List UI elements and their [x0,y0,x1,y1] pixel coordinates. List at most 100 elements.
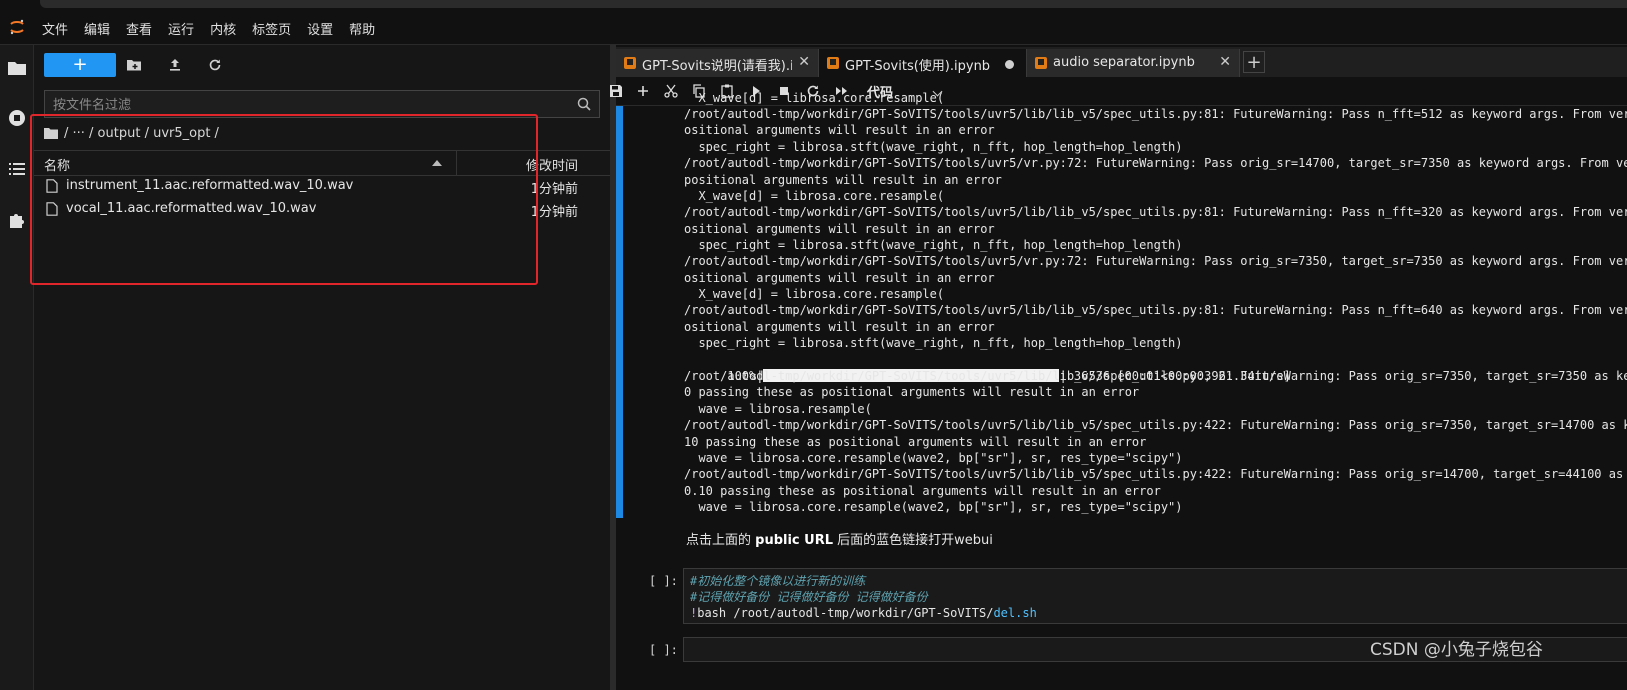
column-modified[interactable]: 修改时间 [526,155,578,174]
new-tab-button[interactable]: + [1243,51,1265,73]
breadcrumb-path[interactable]: / ··· / output / uvr5_opt / [64,126,219,141]
file-name: instrument_11.aac.reformatted.wav_10.wav [66,178,354,193]
home-folder-icon[interactable] [44,127,58,139]
menu-file[interactable]: 文件 [42,19,68,38]
output-line: /root/autodl-tmp/workdir/GPT-SoVITS/tool… [684,369,1627,383]
tab-label: GPT-Sovits说明(请看我).ipynb [642,59,792,74]
markdown-bold: public URL [755,533,834,548]
notebook-area: GPT-Sovits说明(请看我).ipynb ✕ GPT-Sovits(使用)… [610,45,1627,690]
notebook-icon [624,57,636,69]
code-comment: #初始化整个镜像以进行新的训练 [690,574,866,588]
tab-bar: GPT-Sovits说明(请看我).ipynb ✕ GPT-Sovits(使用)… [616,47,1627,78]
menu-edit[interactable]: 编辑 [84,19,110,38]
menu-run[interactable]: 运行 [168,19,194,38]
output-line: wave = librosa.resample( [684,402,872,416]
file-modified: 1分钟前 [530,205,578,220]
code-comment: #记得做好备份 记得做好备份 记得做好备份 [690,590,928,604]
cell-prompt: [ ]: [649,643,678,657]
output-line: /root/autodl-tmp/workdir/GPT-SoVITS/tool… [684,156,1627,170]
file-icon [46,179,58,193]
column-name[interactable]: 名称 [44,155,70,174]
output-line: spec_right = librosa.stft(wave_right, n_… [684,238,1183,252]
output-line: /root/autodl-tmp/workdir/GPT-SoVITS/tool… [684,467,1624,481]
new-folder-icon[interactable] [126,57,142,73]
insert-cell-icon[interactable] [635,83,651,99]
file-modified: 1分钟前 [530,182,578,197]
output-line: /root/autodl-tmp/workdir/GPT-SoVITS/tool… [684,205,1627,219]
output-line: X_wave[d] = librosa.core.resample( [684,287,945,301]
window-top-strip [0,0,1627,12]
folder-icon[interactable] [6,57,28,79]
output-line: ositional arguments will result in an er… [684,123,995,137]
close-icon[interactable]: ✕ [1219,54,1231,70]
tab-label: audio separator.ipynb [1053,55,1195,70]
sort-ascending-icon[interactable] [432,160,442,166]
unsaved-dot-icon[interactable] [1005,60,1014,69]
file-browser-panel: + / ··· / output / uvr5_opt / 名称 修改时间 in… [30,45,610,690]
output-line: spec_right = librosa.stft(wave_right, n_… [684,336,1183,350]
progress-line: 100%| | 36/36 [00:01<00:00, 21.34it/s] [684,352,1291,383]
save-icon[interactable] [608,83,624,99]
cut-icon[interactable] [663,83,679,99]
close-icon[interactable]: ✕ [798,54,810,70]
table-of-contents-icon[interactable] [6,158,28,180]
browser-url-bar [40,0,1627,8]
search-icon[interactable] [577,97,591,111]
output-line: ositional arguments will result in an er… [684,222,995,236]
menu-tabs[interactable]: 标签页 [252,19,291,38]
output-line: /root/autodl-tmp/workdir/GPT-SoVITS/tool… [684,303,1627,317]
output-line: /root/autodl-tmp/workdir/GPT-SoVITS/tool… [684,418,1627,432]
cell-output: X_wave[d] = librosa.core.resample( /root… [684,90,1627,520]
activity-bar [0,45,34,690]
output-line: ositional arguments will result in an er… [684,320,995,334]
output-line: X_wave[d] = librosa.core.resample( [684,91,945,105]
tab-gpt-sovits-readme[interactable]: GPT-Sovits说明(请看我).ipynb ✕ [616,49,819,77]
tab-label: GPT-Sovits(使用).ipynb [845,59,991,74]
file-row[interactable]: instrument_11.aac.reformatted.wav_10.wav… [34,175,610,198]
upload-icon[interactable] [167,57,183,73]
output-line: 0.10 passing these as positional argumen… [684,484,1161,498]
output-line: X_wave[d] = librosa.core.resample( [684,189,945,203]
output-line: spec_right = librosa.stft(wave_right, n_… [684,140,1183,154]
code-command: bash [697,606,734,620]
menu-help[interactable]: 帮助 [349,19,375,38]
code-filename: del.sh [993,606,1037,620]
output-line: ositional arguments will result in an er… [684,271,995,285]
markdown-text: 后面的蓝色链接打开webui [833,533,993,548]
output-line: /root/autodl-tmp/workdir/GPT-SoVITS/tool… [684,107,1627,121]
file-row[interactable]: vocal_11.aac.reformatted.wav_10.wav 1分钟前 [34,198,610,221]
file-icon [46,202,58,216]
watermark: CSDN @小兔子烧包谷 [1370,640,1543,660]
output-collapser[interactable] [616,106,623,518]
code-cell-editor[interactable]: #初始化整个镜像以进行新的训练 #记得做好备份 记得做好备份 记得做好备份 !b… [683,568,1627,624]
cell-prompt: [ ]: [649,574,678,588]
code-path: /root/autodl-tmp/workdir/GPT-SoVITS/ [733,606,994,620]
extension-puzzle-icon[interactable] [6,208,28,230]
menu-kernel[interactable]: 内核 [210,19,236,38]
menu-bar: 文件 编辑 查看 运行 内核 标签页 设置 帮助 [0,12,1627,45]
output-line: /root/autodl-tmp/workdir/GPT-SoVITS/tool… [684,254,1627,268]
running-kernels-icon[interactable] [6,107,28,129]
notebook-icon [827,57,839,69]
menu-view[interactable]: 查看 [126,19,152,38]
output-line: 10 passing these as positional arguments… [684,435,1147,449]
file-filter [44,90,600,119]
output-line: wave = librosa.core.resample(wave2, bp["… [684,451,1183,465]
refresh-icon[interactable] [207,57,223,73]
new-launcher-button[interactable]: + [44,53,116,77]
tab-audio-separator[interactable]: audio separator.ipynb ✕ [1027,49,1240,77]
breadcrumb: / ··· / output / uvr5_opt / [44,123,219,143]
menu-settings[interactable]: 设置 [307,19,333,38]
file-filter-input[interactable] [45,91,575,119]
file-list-header: 名称 修改时间 [34,150,610,176]
output-line: positional arguments will result in an e… [684,173,1002,187]
output-line: 0 passing these as positional arguments … [684,385,1140,399]
jupyter-logo-icon [10,19,24,35]
output-line: wave = librosa.core.resample(wave2, bp["… [684,500,1183,514]
file-name: vocal_11.aac.reformatted.wav_10.wav [66,201,317,216]
markdown-text: 点击上面的 [686,533,756,548]
markdown-cell[interactable]: 点击上面的 public URL 后面的蓝色链接打开webui [686,529,993,548]
column-divider[interactable] [456,151,457,175]
notebook-icon [1035,57,1047,69]
tab-gpt-sovits-usage[interactable]: GPT-Sovits(使用).ipynb [819,49,1027,77]
